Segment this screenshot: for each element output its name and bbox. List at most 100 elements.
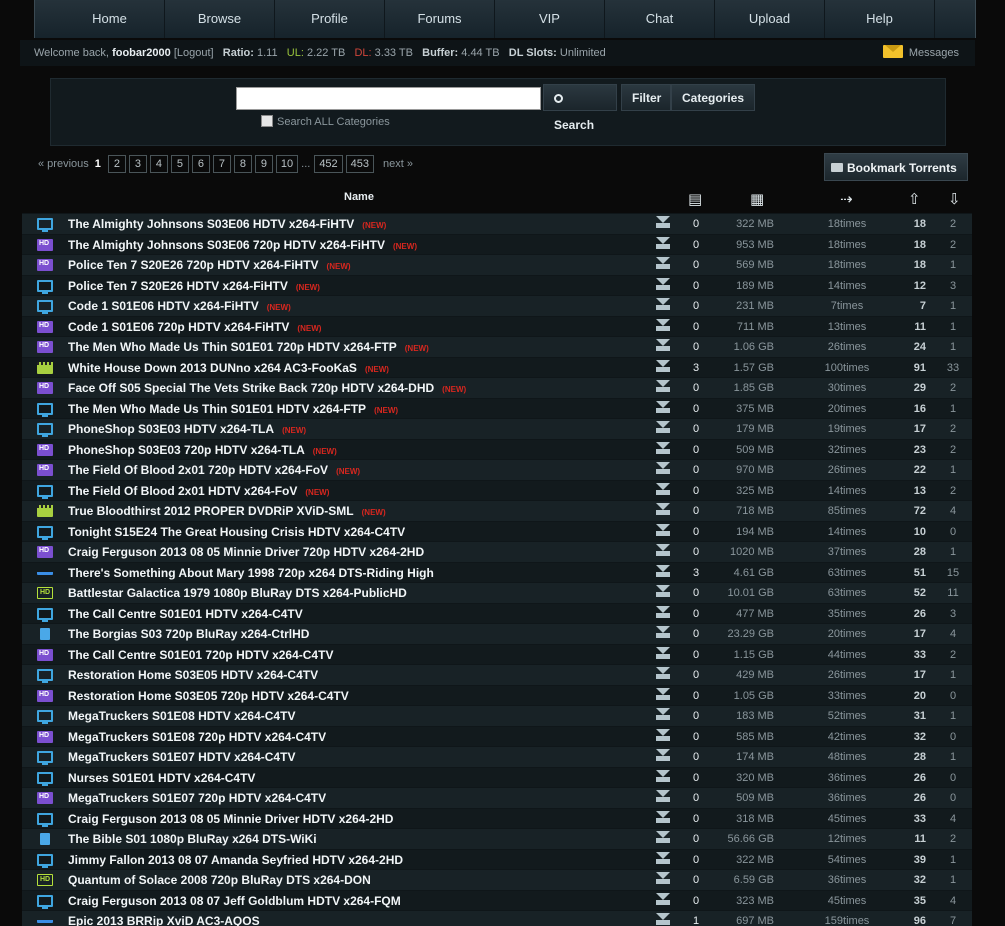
category-tv-icon[interactable] [37,218,53,232]
category-hdmovie-icon[interactable] [37,874,53,886]
category-hd-icon[interactable] [37,648,53,661]
comments-count[interactable]: 0 [692,464,700,476]
nav-help[interactable]: Help [825,0,935,38]
comments-count[interactable]: 0 [692,690,700,702]
leechers-count[interactable]: 1 [942,300,964,312]
comments-count[interactable]: 0 [692,218,700,230]
download-icon[interactable] [655,503,670,517]
category-tv-icon[interactable] [37,423,53,437]
seeders-count[interactable]: 18 [902,218,926,230]
download-icon[interactable] [655,892,670,907]
seeders-up-arrow-icon[interactable]: ⇧ [908,190,921,208]
download-icon[interactable] [655,605,670,620]
nav-forums[interactable]: Forums [385,0,495,38]
seeders-count[interactable]: 26 [902,792,926,804]
seeders-count[interactable]: 33 [902,813,926,825]
seeders-count[interactable]: 31 [902,710,926,722]
comments-count[interactable]: 0 [692,526,700,538]
seeders-count[interactable]: 23 [902,444,926,456]
torrent-name[interactable]: MegaTruckers S01E07 HDTV x264-C4TV [68,750,295,764]
leechers-count[interactable]: 15 [942,567,964,579]
leechers-count[interactable]: 0 [942,792,964,804]
category-tv-icon[interactable] [37,894,53,909]
comments-count[interactable]: 3 [692,362,700,374]
leechers-count[interactable]: 2 [942,423,964,435]
category-tv-icon[interactable] [37,853,53,868]
category-hd-icon[interactable] [37,443,53,456]
leechers-count[interactable]: 11 [942,587,964,599]
page-link-453[interactable]: 453 [345,155,375,173]
seeders-count[interactable]: 11 [902,833,926,845]
download-icon[interactable] [655,277,670,292]
comments-count[interactable]: 0 [692,874,700,886]
category-tv-icon[interactable] [37,771,53,786]
nav-home[interactable]: Home [55,0,165,38]
leechers-count[interactable]: 2 [942,444,964,456]
leechers-count[interactable]: 2 [942,485,964,497]
download-icon[interactable] [655,318,670,333]
leechers-count[interactable]: 4 [942,895,964,907]
torrent-name[interactable]: Police Ten 7 S20E26 HDTV x264-FiHTV (NEW) [68,279,320,293]
download-icon[interactable] [655,872,670,886]
leechers-count[interactable]: 3 [942,608,964,620]
category-hd-icon[interactable] [37,382,53,394]
seeders-count[interactable]: 52 [902,587,926,599]
torrent-name[interactable]: Craig Ferguson 2013 08 05 Minnie Driver … [68,812,393,826]
torrent-name[interactable]: Jimmy Fallon 2013 08 07 Amanda Seyfried … [68,853,403,867]
download-icon[interactable] [655,359,670,374]
comments-count[interactable]: 0 [692,341,700,353]
name-column-header[interactable]: Name [344,191,374,203]
torrent-name[interactable]: PhoneShop S03E03 720p HDTV x264-TLA (NEW) [68,443,337,457]
seeders-count[interactable]: 39 [902,854,926,866]
download-icon[interactable] [655,400,670,415]
seeders-count[interactable]: 35 [902,895,926,907]
torrent-name[interactable]: Battlestar Galactica 1979 1080p BluRay D… [68,586,407,600]
torrent-name[interactable]: Craig Ferguson 2013 08 05 Minnie Driver … [68,545,424,559]
torrent-name[interactable]: Nurses S01E01 HDTV x264-C4TV [68,771,255,785]
comments-count[interactable]: 0 [692,505,700,517]
comments-count[interactable]: 0 [692,444,700,456]
leechers-count[interactable]: 2 [942,649,964,661]
comments-count[interactable]: 0 [692,382,700,394]
torrent-name[interactable]: Restoration Home S03E05 720p HDTV x264-C… [68,689,349,703]
comments-count[interactable]: 0 [692,259,700,271]
comments-count[interactable]: 0 [692,854,700,866]
nav-browse[interactable]: Browse [165,0,275,38]
nav-upload[interactable]: Upload [715,0,825,38]
leechers-count[interactable]: 2 [942,239,964,251]
seeders-count[interactable]: 28 [902,751,926,763]
torrent-name[interactable]: Code 1 S01E06 720p HDTV x264-FiHTV (NEW) [68,320,321,334]
comments-count[interactable]: 0 [692,731,700,743]
page-link-9[interactable]: 9 [254,155,273,173]
torrent-name[interactable]: Face Off S05 Special The Vets Strike Bac… [68,381,466,395]
download-icon[interactable] [655,421,670,435]
nav-profile[interactable]: Profile [275,0,385,38]
seeders-count[interactable]: 72 [902,505,926,517]
comments-count[interactable]: 0 [692,710,700,722]
torrent-name[interactable]: The Call Centre S01E01 720p HDTV x264-C4… [68,648,333,662]
category-tv-icon[interactable] [37,484,53,499]
comments-count[interactable]: 0 [692,813,700,825]
leechers-count[interactable]: 1 [942,710,964,722]
download-icon[interactable] [655,298,670,312]
leechers-count[interactable]: 1 [942,854,964,866]
torrent-name[interactable]: The Men Who Made Us Thin S01E01 HDTV x26… [68,402,398,416]
torrent-name[interactable]: The Men Who Made Us Thin S01E01 720p HDT… [68,340,429,354]
logout-link[interactable]: [Logout] [174,47,214,59]
torrent-name[interactable]: True Bloodthirst 2012 PROPER DVDRiP XViD… [68,504,386,518]
download-icon[interactable] [655,523,670,538]
comments-count[interactable]: 0 [692,628,700,640]
leechers-count[interactable]: 1 [942,751,964,763]
page-link-2[interactable]: 2 [107,155,126,173]
download-icon[interactable] [655,544,670,558]
torrent-name[interactable]: The Bible S01 1080p BluRay x264 DTS-WiKi [68,832,317,846]
leechers-count[interactable]: 1 [942,874,964,886]
torrent-name[interactable]: The Field Of Blood 2x01 HDTV x264-FoV (NE… [68,484,329,498]
leechers-count[interactable]: 1 [942,341,964,353]
leechers-down-arrow-icon[interactable]: ⇩ [948,190,961,208]
download-icon[interactable] [655,236,670,251]
seeders-count[interactable]: 96 [902,915,926,926]
category-tv-icon[interactable] [37,300,53,314]
category-tv-icon[interactable] [37,525,53,540]
category-tv-icon[interactable] [37,669,53,683]
